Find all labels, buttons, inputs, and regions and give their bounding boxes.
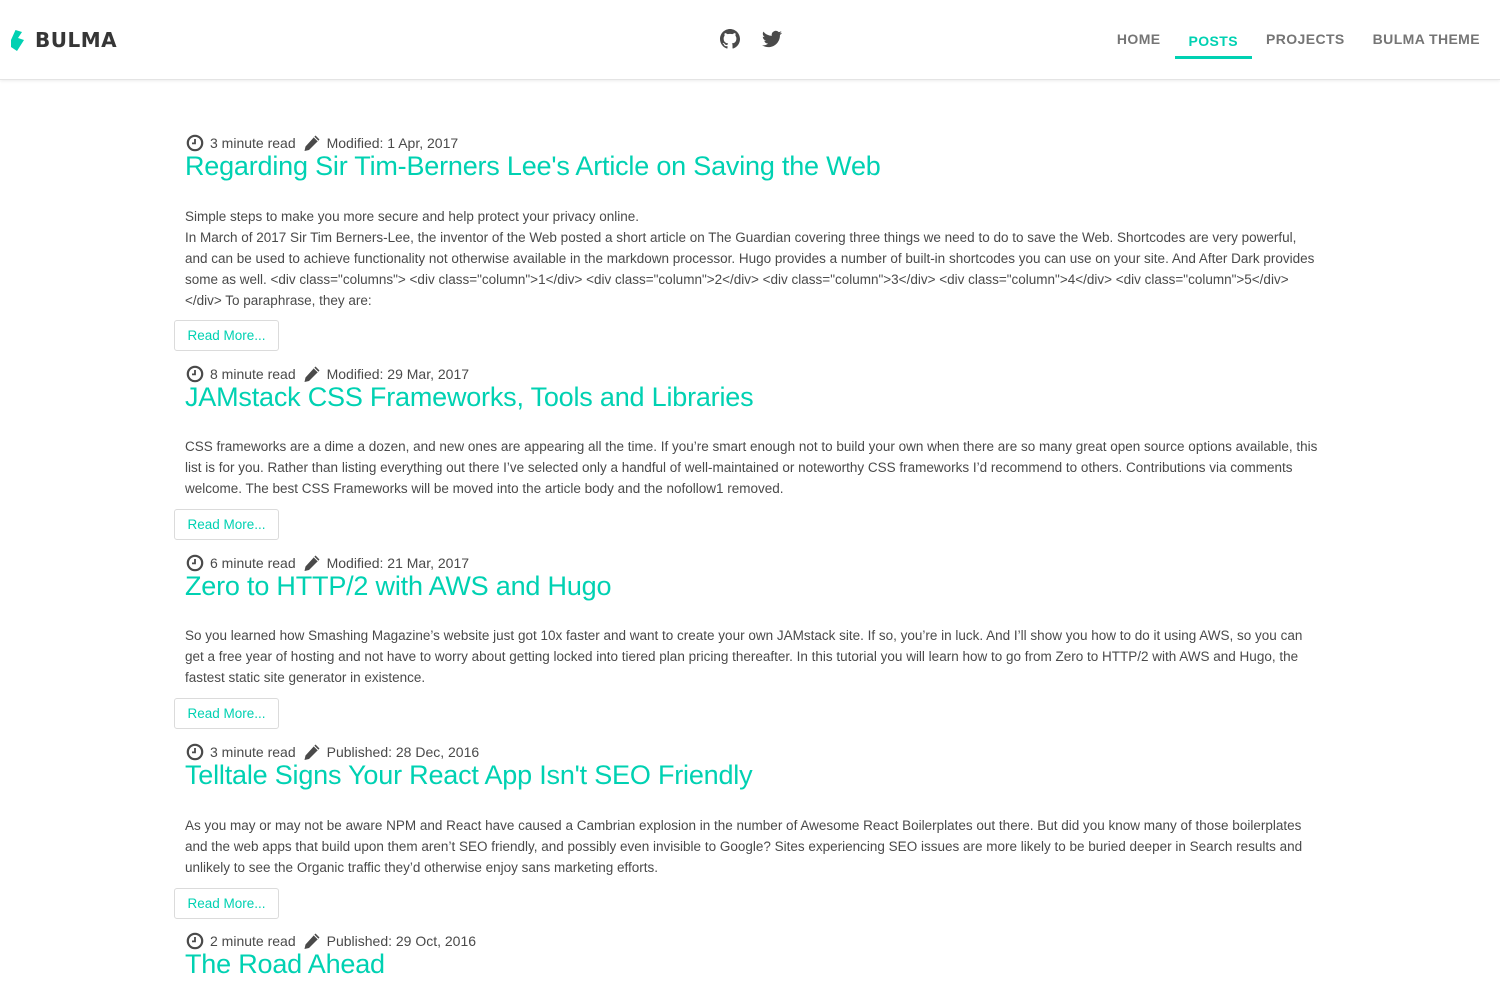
- brand-link[interactable]: BULMA: [10, 26, 117, 54]
- post-summary-lead: Simple steps to make you more secure and…: [185, 209, 639, 224]
- read-more-button[interactable]: Read More...: [174, 509, 279, 540]
- post-summary-text: As you may or may not be aware NPM and R…: [185, 818, 1303, 875]
- top-navbar: BULMA HOME POSTS PROJECTS BULMA THEME: [0, 0, 1500, 80]
- read-more-button[interactable]: Read More...: [174, 698, 279, 729]
- post-summary-text: So you learned how Smashing Magazine’s w…: [185, 628, 1303, 685]
- github-icon: [720, 29, 740, 49]
- post-summary-text: In March of 2017 Sir Tim Berners-Lee, th…: [185, 230, 1315, 308]
- post-title-link[interactable]: Regarding Sir Tim-Berners Lee's Article …: [185, 148, 881, 184]
- post-summary: Simple steps to make you more secure and…: [185, 206, 1320, 311]
- github-link[interactable]: [719, 28, 741, 50]
- post-title-link[interactable]: The Road Ahead: [185, 946, 385, 982]
- nav-bulma-theme[interactable]: BULMA THEME: [1359, 0, 1494, 80]
- nav-projects[interactable]: PROJECTS: [1252, 0, 1359, 80]
- post-title-link[interactable]: Telltale Signs Your React App Isn't SEO …: [185, 757, 753, 793]
- post-list: 3 minute read Modified: 1 Apr, 2017 Rega…: [0, 80, 1500, 1000]
- nav-home[interactable]: HOME: [1103, 0, 1175, 80]
- nav-menu: HOME POSTS PROJECTS BULMA THEME: [1103, 0, 1494, 80]
- post-summary: CSS frameworks are a dime a dozen, and n…: [185, 436, 1320, 499]
- post-summary: So you learned how Smashing Magazine’s w…: [185, 625, 1320, 688]
- twitter-icon: [762, 30, 782, 48]
- post-summary-text: CSS frameworks are a dime a dozen, and n…: [185, 439, 1318, 496]
- twitter-link[interactable]: [761, 28, 783, 50]
- post-title-link[interactable]: JAMstack CSS Frameworks, Tools and Libra…: [185, 379, 754, 415]
- brand-name: BULMA: [35, 28, 118, 52]
- nav-posts[interactable]: POSTS: [1174, 0, 1253, 80]
- post-title-link[interactable]: Zero to HTTP/2 with AWS and Hugo: [185, 568, 611, 604]
- bulma-logo-icon: [11, 30, 24, 51]
- read-more-button[interactable]: Read More...: [174, 320, 279, 351]
- post-summary: As you may or may not be aware NPM and R…: [185, 815, 1320, 878]
- read-more-button[interactable]: Read More...: [174, 888, 279, 919]
